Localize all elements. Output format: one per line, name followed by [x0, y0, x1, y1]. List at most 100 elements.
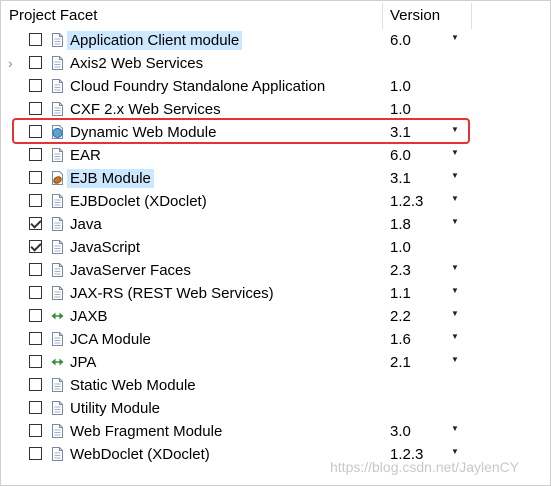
facet-version[interactable]: 3.0 [390, 423, 411, 440]
facet-version[interactable]: 1.6 [390, 331, 411, 348]
document-icon [50, 32, 65, 48]
version-dropdown-icon[interactable]: ▼ [451, 194, 459, 203]
version-dropdown-icon[interactable]: ▼ [451, 355, 459, 364]
arrows-icon [50, 354, 65, 370]
facet-label: JavaServer Faces [70, 262, 191, 279]
facet-label: Application Client module [67, 31, 243, 50]
list-item[interactable]: JAX-RS (REST Web Services) 1.1 ▼ [1, 282, 550, 305]
document-icon [50, 377, 65, 393]
version-dropdown-icon[interactable]: ▼ [451, 447, 459, 456]
facet-checkbox[interactable] [29, 240, 42, 253]
facet-version[interactable]: 3.1 [390, 170, 411, 187]
facet-version[interactable]: 2.2 [390, 308, 411, 325]
facet-label: JPA [70, 354, 97, 371]
list-item[interactable]: JCA Module 1.6 ▼ [1, 328, 550, 351]
document-icon [50, 101, 65, 117]
list-item[interactable]: Web Fragment Module 3.0 ▼ [1, 420, 550, 443]
red-highlight-annotation [12, 118, 470, 144]
bean-icon [50, 170, 65, 186]
facet-checkbox[interactable] [29, 332, 42, 345]
facet-label: Utility Module [70, 400, 161, 417]
list-item[interactable]: JAXB 2.2 ▼ [1, 305, 550, 328]
facet-label: EJB Module [67, 169, 154, 188]
facet-checkbox[interactable] [29, 286, 42, 299]
facet-label: CXF 2.x Web Services [70, 101, 221, 118]
version-dropdown-icon[interactable]: ▼ [451, 286, 459, 295]
facet-checkbox[interactable] [29, 217, 42, 230]
document-icon [50, 285, 65, 301]
facet-checkbox[interactable] [29, 79, 42, 92]
facet-checkbox[interactable] [29, 263, 42, 276]
document-icon [50, 262, 65, 278]
facet-label: Java [70, 216, 102, 233]
facet-version: 1.0 [390, 239, 411, 256]
facet-checkbox[interactable] [29, 447, 42, 460]
column-divider[interactable] [382, 3, 383, 29]
facet-label: JAXB [70, 308, 108, 325]
column-header-version[interactable]: Version [390, 7, 440, 24]
facet-checkbox[interactable] [29, 56, 42, 69]
facet-version[interactable]: 2.1 [390, 354, 411, 371]
facet-checkbox[interactable] [29, 424, 42, 437]
list-item[interactable]: EAR 6.0 ▼ [1, 144, 550, 167]
document-icon [50, 55, 65, 71]
facet-label: WebDoclet (XDoclet) [70, 446, 210, 463]
facet-label: JavaScript [70, 239, 141, 256]
version-dropdown-icon[interactable]: ▼ [451, 33, 459, 42]
document-icon [50, 423, 65, 439]
facet-checkbox[interactable] [29, 309, 42, 322]
list-item[interactable]: JavaServer Faces 2.3 ▼ [1, 259, 550, 282]
list-item[interactable]: Java 1.8 ▼ [1, 213, 550, 236]
project-facets-table: Project Facet Version Application Client… [0, 0, 551, 486]
facet-checkbox[interactable] [29, 355, 42, 368]
document-icon [50, 78, 65, 94]
table-header: Project Facet Version [1, 1, 550, 29]
facet-version[interactable]: 1.1 [390, 285, 411, 302]
facet-version[interactable]: 6.0 [390, 147, 411, 164]
column-header-project-facet[interactable]: Project Facet [9, 7, 97, 24]
version-dropdown-icon[interactable]: ▼ [451, 171, 459, 180]
facet-checkbox[interactable] [29, 33, 42, 46]
facet-checkbox[interactable] [29, 148, 42, 161]
facet-version[interactable]: 1.8 [390, 216, 411, 233]
facet-label: JCA Module [70, 331, 151, 348]
version-dropdown-icon[interactable]: ▼ [451, 309, 459, 318]
document-icon [50, 446, 65, 462]
list-item[interactable]: Utility Module [1, 397, 550, 420]
document-icon [50, 400, 65, 416]
facet-checkbox[interactable] [29, 378, 42, 391]
facet-checkbox[interactable] [29, 194, 42, 207]
list-item[interactable]: › Axis2 Web Services [1, 52, 550, 75]
facet-checkbox[interactable] [29, 102, 42, 115]
facet-version[interactable]: 2.3 [390, 262, 411, 279]
facet-checkbox[interactable] [29, 171, 42, 184]
facet-version[interactable]: 1.2.3 [390, 193, 423, 210]
list-item[interactable]: EJBDoclet (XDoclet) 1.2.3 ▼ [1, 190, 550, 213]
version-dropdown-icon[interactable]: ▼ [451, 424, 459, 433]
version-dropdown-icon[interactable]: ▼ [451, 217, 459, 226]
list-item[interactable]: JavaScript 1.0 [1, 236, 550, 259]
facet-label: Cloud Foundry Standalone Application [70, 78, 326, 95]
version-dropdown-icon[interactable]: ▼ [451, 263, 459, 272]
facet-checkbox[interactable] [29, 401, 42, 414]
list-item[interactable]: JPA 2.1 ▼ [1, 351, 550, 374]
document-icon [50, 147, 65, 163]
version-dropdown-icon[interactable]: ▼ [451, 148, 459, 157]
document-icon [50, 193, 65, 209]
list-item[interactable]: Cloud Foundry Standalone Application 1.0 [1, 75, 550, 98]
document-icon [50, 239, 65, 255]
arrows-icon [50, 308, 65, 324]
column-divider[interactable] [471, 3, 472, 29]
watermark-text: https://blog.csdn.net/JaylenCY [330, 459, 520, 475]
list-item[interactable]: Application Client module 6.0 ▼ [1, 29, 550, 52]
facet-label: Static Web Module [70, 377, 196, 394]
facet-label: EJBDoclet (XDoclet) [70, 193, 207, 210]
facet-version[interactable]: 6.0 [390, 32, 411, 49]
list-item[interactable]: EJB Module 3.1 ▼ [1, 167, 550, 190]
version-dropdown-icon[interactable]: ▼ [451, 332, 459, 341]
list-item[interactable]: Static Web Module [1, 374, 550, 397]
facet-version: 1.0 [390, 78, 411, 95]
facet-label: EAR [70, 147, 101, 164]
chevron-right-icon[interactable]: › [8, 55, 20, 71]
document-icon [50, 331, 65, 347]
